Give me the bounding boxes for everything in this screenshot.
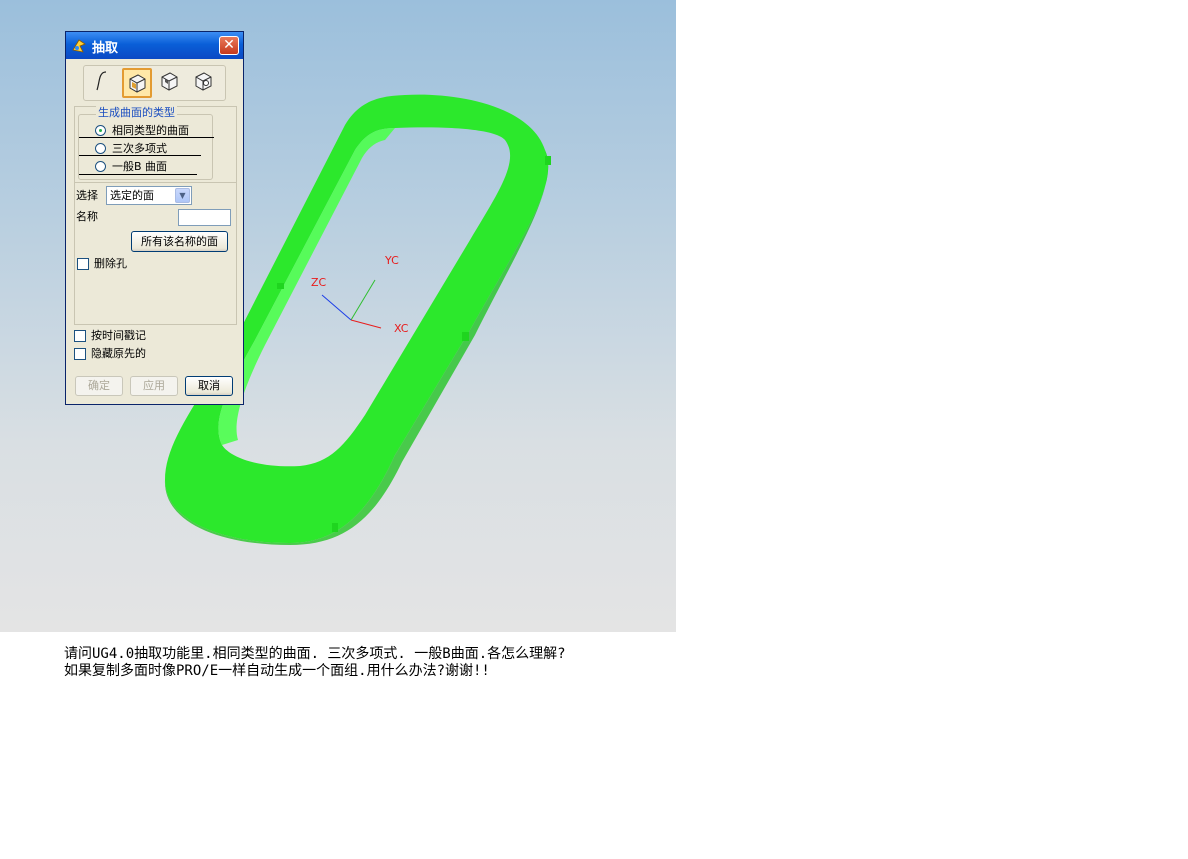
curve-icon[interactable] [88, 68, 118, 98]
close-icon: ✕ [223, 37, 235, 53]
body-icon[interactable] [190, 68, 220, 98]
face-icon[interactable] [122, 68, 152, 98]
ok-button[interactable]: 确定 [75, 376, 123, 396]
axis-z-label: ZC [311, 276, 327, 289]
axis-y-label: YC [384, 254, 399, 267]
divider [79, 137, 214, 138]
name-input[interactable] [178, 209, 231, 226]
select-label: 选择 [76, 189, 98, 202]
part-inner-wall [218, 128, 395, 445]
hide-original-checkbox[interactable] [74, 348, 86, 360]
axis-z-line [321, 294, 352, 321]
dialog-titlebar[interactable]: 抽取 ✕ [66, 32, 243, 59]
axis-x-line [350, 319, 382, 329]
all-named-faces-button[interactable]: 所有该名称的面 [131, 231, 228, 252]
radio-button[interactable] [95, 161, 106, 172]
name-label: 名称 [76, 210, 98, 223]
face-region-icon[interactable] [156, 68, 186, 98]
extract-type-toolbar [83, 65, 226, 101]
timestamp-checkbox[interactable] [74, 330, 86, 342]
radio-button[interactable] [95, 125, 106, 136]
axis-x-label: XC [394, 322, 409, 335]
axis-y-line [350, 279, 376, 321]
dialog-title: 抽取 [92, 41, 119, 56]
ug-app-icon [72, 39, 86, 53]
part-pin [332, 523, 338, 532]
part-pin [277, 283, 284, 289]
apply-button[interactable]: 应用 [130, 376, 178, 396]
delete-holes-label: 删除孔 [94, 257, 127, 270]
radio-label: 一般B 曲面 [112, 160, 168, 173]
close-button[interactable]: ✕ [219, 36, 239, 55]
part-pin [462, 332, 469, 341]
extract-dialog: 抽取 ✕ 生成曲面的类型 相同类型的曲面 三次多项式 一般B 曲面 选择 选定的… [65, 31, 244, 405]
question-line-2: 如果复制多面时像PRO/E一样自动生成一个面组.用什么办法?谢谢!! [64, 663, 490, 679]
chevron-down-icon[interactable]: ▼ [175, 188, 190, 203]
divider [79, 174, 197, 175]
part-pin [545, 156, 551, 165]
delete-holes-checkbox[interactable] [77, 258, 89, 270]
hide-original-label: 隐藏原先的 [91, 347, 146, 360]
cancel-button[interactable]: 取消 [185, 376, 233, 396]
select-value: 选定的面 [110, 189, 154, 202]
select-dropdown[interactable]: 选定的面 ▼ [106, 186, 192, 205]
question-line-1: 请问UG4.0抽取功能里.相同类型的曲面. 三次多项式. 一般B曲面.各怎么理解… [64, 646, 566, 662]
divider [79, 155, 201, 156]
timestamp-label: 按时间戳记 [91, 329, 146, 342]
radio-button[interactable] [95, 143, 106, 154]
question-text: 请问UG4.0抽取功能里.相同类型的曲面. 三次多项式. 一般B曲面.各怎么理解… [64, 646, 566, 680]
surface-type-group-title: 生成曲面的类型 [96, 106, 177, 120]
